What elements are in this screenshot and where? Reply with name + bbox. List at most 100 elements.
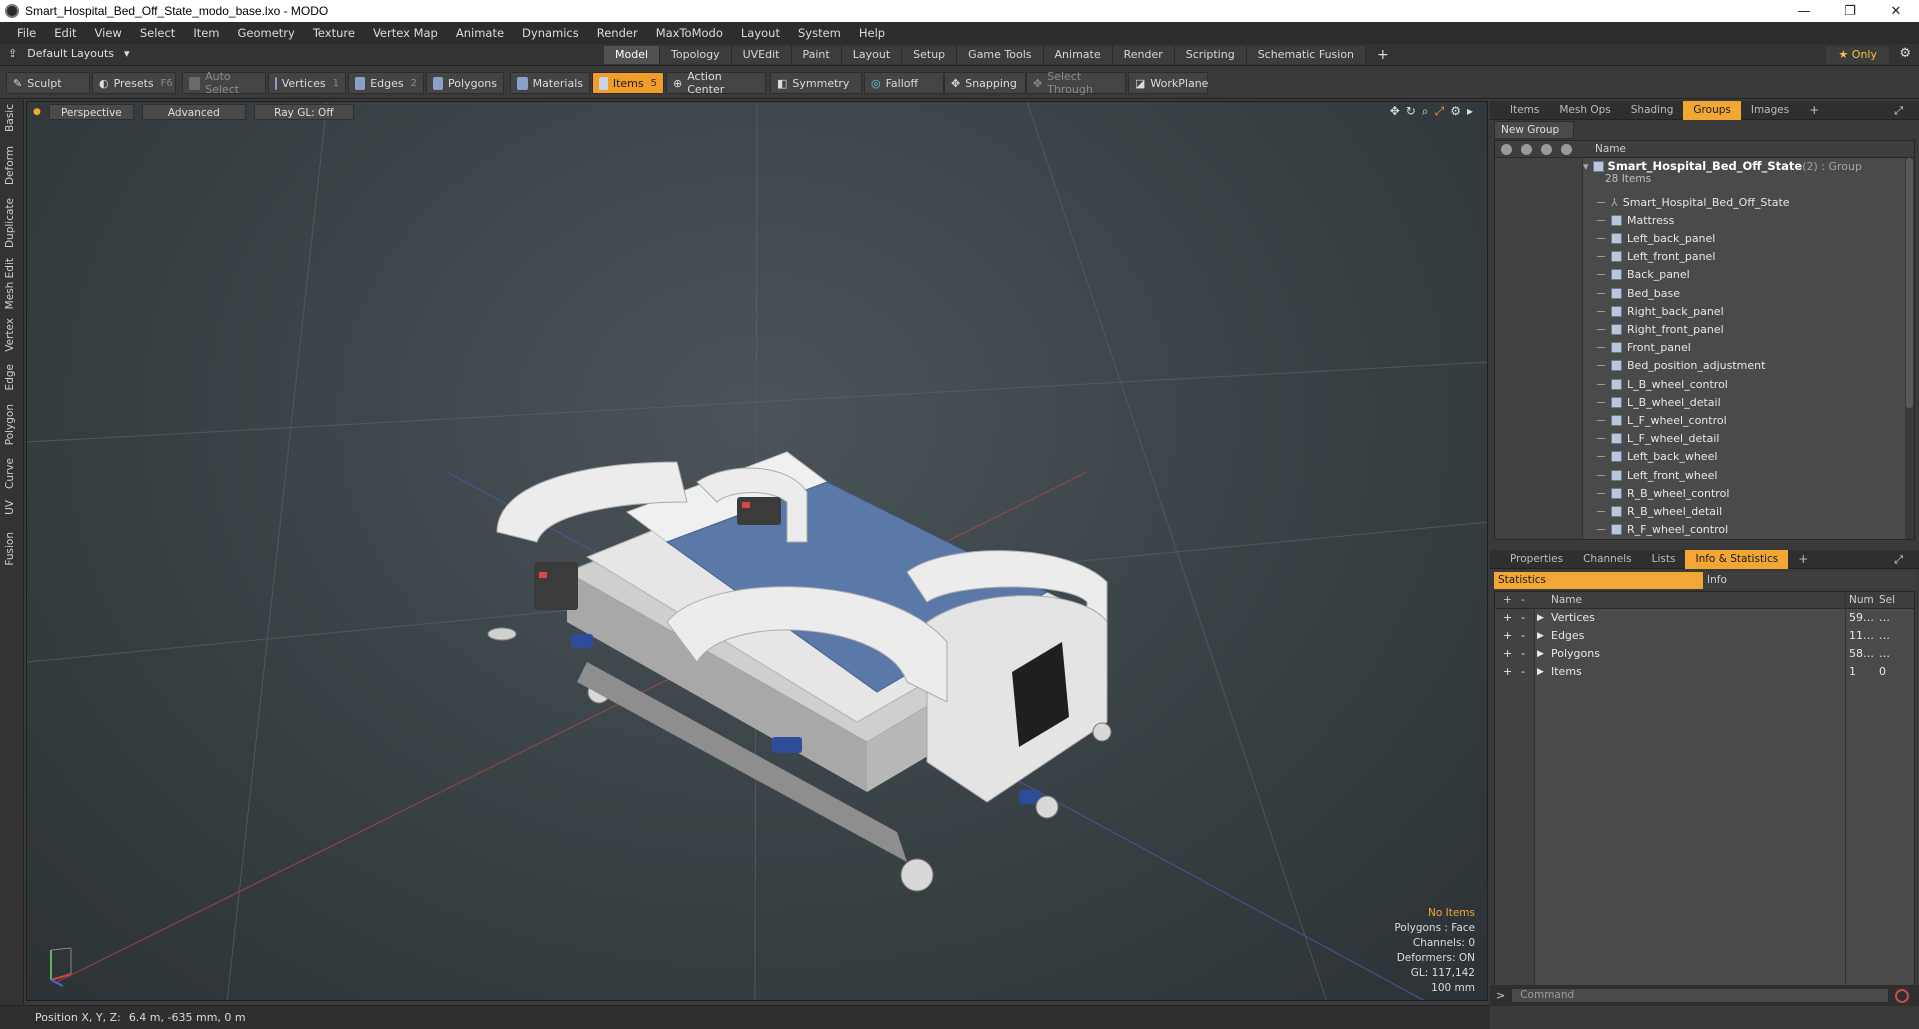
advanced-dropdown[interactable]: Advanced xyxy=(141,104,246,120)
list-item[interactable]: Bed_position_adjustment xyxy=(1597,357,1914,375)
expand-arrow-icon[interactable]: ▶ xyxy=(1537,649,1544,659)
menu-select[interactable]: Select xyxy=(131,26,184,40)
list-item[interactable]: Left_back_panel xyxy=(1597,229,1914,247)
add-tab-icon[interactable]: + xyxy=(1799,101,1829,120)
list-item[interactable]: Right_front_panel xyxy=(1597,320,1914,338)
left-tab-deform[interactable]: Deform xyxy=(4,146,16,185)
edges-button[interactable]: Edges 2 xyxy=(348,72,424,94)
select-through-button[interactable]: ✥ Select Through xyxy=(1026,70,1126,96)
list-item[interactable]: L_B_wheel_detail xyxy=(1597,393,1914,411)
presets-button[interactable]: ◐ Presets F6 xyxy=(92,72,176,94)
tab-setup[interactable]: Setup xyxy=(902,46,958,64)
auto-select-button[interactable]: Auto Select xyxy=(182,70,266,96)
tab-uvedit[interactable]: UVEdit xyxy=(731,46,792,64)
falloff-button[interactable]: ◎ Falloff xyxy=(864,72,944,94)
close-button[interactable]: ✕ xyxy=(1873,0,1919,22)
expand-arrow-icon[interactable]: ▶ xyxy=(1537,631,1544,641)
add-tab-icon[interactable]: + xyxy=(1366,46,1400,64)
tab-images[interactable]: Images xyxy=(1741,101,1799,120)
menu-texture[interactable]: Texture xyxy=(304,26,364,40)
tab-schematic-fusion[interactable]: Schematic Fusion xyxy=(1246,46,1367,64)
viewport-settings-icon[interactable]: ⚙ xyxy=(1450,104,1461,119)
stats-row[interactable]: + - ▶ Edges 11…… xyxy=(1495,627,1914,645)
zoom-icon[interactable]: ⌕ xyxy=(1422,104,1429,119)
info-tab[interactable]: Info xyxy=(1703,572,1915,589)
list-item[interactable]: R_B_wheel_detail xyxy=(1597,502,1914,520)
tab-properties[interactable]: Properties xyxy=(1500,550,1573,569)
expand-arrow-icon[interactable]: ▶ xyxy=(1537,613,1544,623)
remove-row-icon[interactable]: - xyxy=(1521,611,1525,624)
tab-render[interactable]: Render xyxy=(1112,46,1175,64)
remove-row-icon[interactable]: - xyxy=(1521,629,1525,642)
menu-system[interactable]: System xyxy=(789,26,850,40)
list-item[interactable]: Back_panel xyxy=(1597,266,1914,284)
visibility-icon[interactable] xyxy=(1501,144,1512,155)
menu-item[interactable]: Item xyxy=(184,26,228,40)
lock-icon[interactable] xyxy=(1541,144,1552,155)
add-row-icon[interactable]: + xyxy=(1503,611,1512,624)
record-macro-icon[interactable] xyxy=(1895,988,1910,1003)
select-icon[interactable] xyxy=(1561,144,1572,155)
add-row-icon[interactable]: + xyxy=(1503,647,1512,660)
remove-row-icon[interactable]: - xyxy=(1521,665,1525,678)
menu-render[interactable]: Render xyxy=(588,26,647,40)
tab-layout[interactable]: Layout xyxy=(841,46,903,64)
list-item[interactable]: L_F_wheel_detail xyxy=(1597,430,1914,448)
tab-channels[interactable]: Channels xyxy=(1573,550,1642,569)
minimize-button[interactable]: — xyxy=(1781,0,1827,22)
maximize-button[interactable]: ❐ xyxy=(1827,0,1873,22)
menu-animate[interactable]: Animate xyxy=(447,26,513,40)
list-item[interactable]: Right_back_panel xyxy=(1597,302,1914,320)
left-tab-mesh-edit[interactable]: Mesh Edit xyxy=(4,258,16,309)
tab-items[interactable]: Items xyxy=(1500,101,1549,120)
tab-shading[interactable]: Shading xyxy=(1621,101,1684,120)
menu-file[interactable]: File xyxy=(8,26,45,40)
menu-vertex-map[interactable]: Vertex Map xyxy=(364,26,447,40)
tab-paint[interactable]: Paint xyxy=(791,46,842,64)
symmetry-button[interactable]: ◧ Symmetry xyxy=(770,72,862,94)
statistics-tab[interactable]: Statistics xyxy=(1494,572,1703,589)
tab-topology[interactable]: Topology xyxy=(660,46,732,64)
group-row[interactable]: ▾ Smart_Hospital_Bed_Off_State (2) : Gro… xyxy=(1583,159,1903,185)
render-icon[interactable] xyxy=(1521,144,1532,155)
left-tab-curve[interactable]: Curve xyxy=(4,458,16,489)
expand-panel-icon[interactable]: ⤢ xyxy=(1884,550,1913,569)
remove-row-icon[interactable]: - xyxy=(1521,647,1525,660)
sculpt-button[interactable]: ✎ Sculpt xyxy=(6,72,90,94)
left-tab-vertex[interactable]: Vertex xyxy=(4,318,16,352)
list-item[interactable]: R_F_wheel_control xyxy=(1597,521,1914,539)
list-item[interactable]: L_F_wheel_control xyxy=(1597,411,1914,429)
tab-model[interactable]: Model xyxy=(604,46,661,64)
tab-lists[interactable]: Lists xyxy=(1642,550,1686,569)
tab-groups[interactable]: Groups xyxy=(1683,100,1741,120)
3d-viewport[interactable]: ● Perspective Advanced Ray GL: Off ✥ ↻ ⌕… xyxy=(26,101,1488,1001)
left-tab-basic[interactable]: Basic xyxy=(4,104,16,132)
list-item[interactable]: Front_panel xyxy=(1597,339,1914,357)
menu-help[interactable]: Help xyxy=(850,26,894,40)
expand-arrow-icon[interactable]: ▾ xyxy=(1583,160,1589,173)
expand-panel-icon[interactable]: ⤢ xyxy=(1884,101,1913,120)
tab-game-tools[interactable]: Game Tools xyxy=(957,46,1044,64)
items-button[interactable]: Items 5 xyxy=(592,72,664,94)
workplane-button[interactable]: ◪ WorkPlane xyxy=(1128,72,1208,94)
list-item[interactable]: Left_front_panel xyxy=(1597,248,1914,266)
add-row-icon[interactable]: + xyxy=(1503,629,1512,642)
left-tab-polygon[interactable]: Polygon xyxy=(4,404,16,445)
expand-arrow-icon[interactable]: ▶ xyxy=(1537,667,1544,677)
menu-maxtomodo[interactable]: MaxToModo xyxy=(647,26,732,40)
menu-edit[interactable]: Edit xyxy=(45,26,85,40)
add-tab-icon[interactable]: + xyxy=(1788,550,1818,569)
toggle-columns[interactable] xyxy=(1495,158,1583,539)
viewport-menu-icon[interactable]: ▸ xyxy=(1467,104,1473,119)
gear-icon[interactable]: ⚙ xyxy=(1899,46,1911,61)
list-item[interactable]: L_B_wheel_control xyxy=(1597,375,1914,393)
list-item[interactable]: Left_back_wheel xyxy=(1597,448,1914,466)
raygl-toggle[interactable]: Ray GL: Off xyxy=(253,104,354,120)
left-tab-fusion[interactable]: Fusion xyxy=(4,532,16,566)
tab-mesh-ops[interactable]: Mesh Ops xyxy=(1549,101,1620,120)
list-item[interactable]: ⅄ Smart_Hospital_Bed_Off_State xyxy=(1597,193,1914,211)
materials-button[interactable]: Materials xyxy=(510,72,590,94)
list-item[interactable]: Mattress xyxy=(1597,211,1914,229)
fit-icon[interactable]: ⤢ xyxy=(1435,104,1445,119)
stats-row[interactable]: + - ▶ Vertices 59…… xyxy=(1495,609,1914,627)
